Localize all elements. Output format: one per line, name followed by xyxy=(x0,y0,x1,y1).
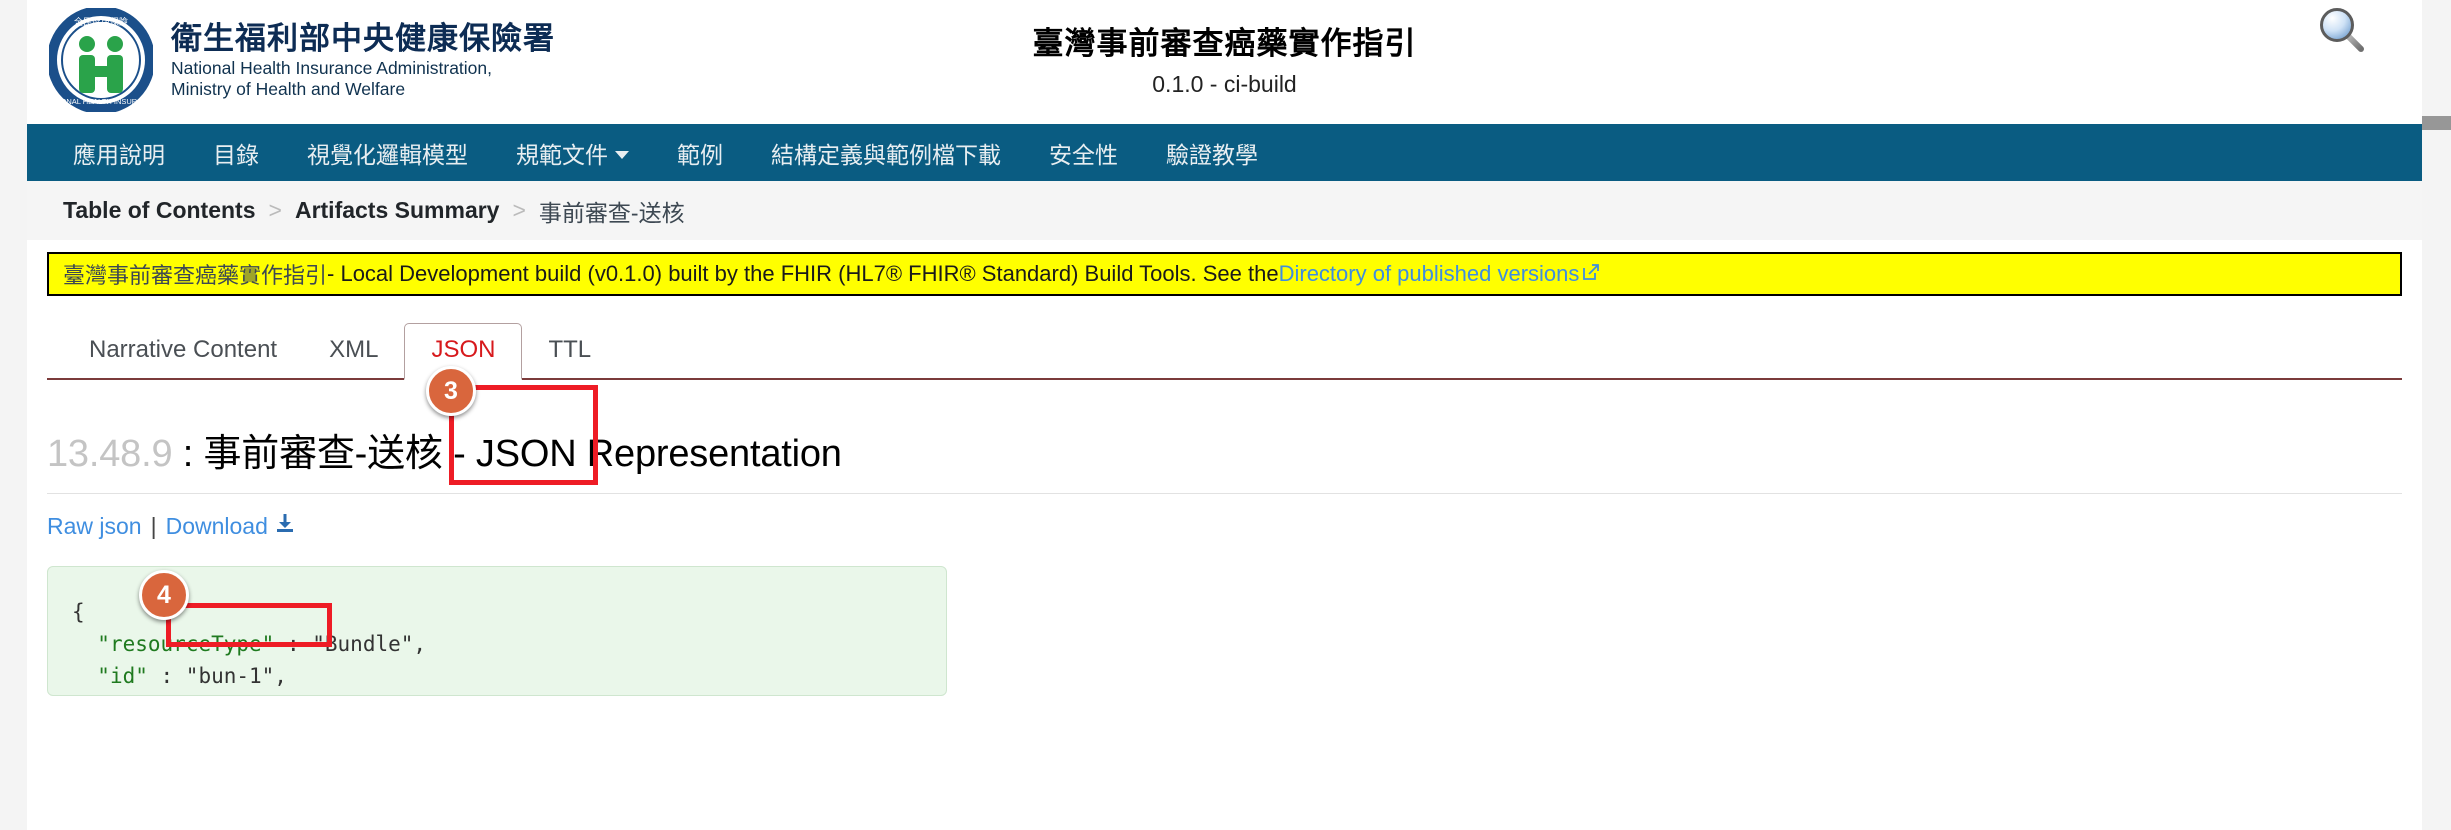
tab-xml[interactable]: XML xyxy=(303,336,404,378)
section-heading: 13.48.9 : 事前審查-送核 - JSON Representation xyxy=(47,422,2402,494)
scrollbar-thumb[interactable] xyxy=(2422,116,2451,130)
breadcrumb-item-current: 事前審查-送核 xyxy=(538,199,685,226)
nav-item-1[interactable]: 目錄 xyxy=(189,124,283,181)
brand-org-zh: 衛生福利部中央健康保險署 xyxy=(171,20,555,56)
nav-item-label: 驗證教學 xyxy=(1166,141,1258,168)
code-line-2-key: "resourceType" xyxy=(97,631,275,656)
nav-item-label: 結構定義與範例檔下載 xyxy=(771,141,1001,168)
breadcrumb-separator: > xyxy=(268,197,282,223)
nav-item-label: 安全性 xyxy=(1049,141,1118,168)
page-frame: 全民健康保險 NATIONAL HEALTH INSURANCE 衛生福利部中央… xyxy=(0,0,2451,830)
external-link-icon xyxy=(1582,261,1600,287)
svg-text:NATIONAL HEALTH INSURANCE: NATIONAL HEALTH INSURANCE xyxy=(49,97,153,106)
format-tabs: Narrative Content XML JSON TTL xyxy=(47,320,2402,380)
nav-item-6[interactable]: 安全性 xyxy=(1025,124,1142,181)
tab-ttl[interactable]: TTL xyxy=(522,336,617,378)
action-separator: | xyxy=(150,512,157,539)
nav-item-label: 應用說明 xyxy=(73,141,165,168)
masthead: 全民健康保險 NATIONAL HEALTH INSURANCE 衛生福利部中央… xyxy=(27,0,2422,124)
section-heading-text: : 事前審查-送核 - JSON Representation xyxy=(172,433,842,475)
nav-item-3[interactable]: 規範文件 xyxy=(492,124,653,181)
tab-label: XML xyxy=(329,336,379,363)
nav-item-5[interactable]: 結構定義與範例檔下載 xyxy=(747,124,1025,181)
tab-label: Narrative Content xyxy=(89,336,278,363)
code-line-3-value: : "bun-1", xyxy=(147,663,287,688)
brand-org-en-line1: National Health Insurance Administration… xyxy=(171,57,493,78)
main-content: 13.48.9 : 事前審查-送核 - JSON Representation … xyxy=(47,422,2402,540)
nav-item-label: 範例 xyxy=(677,141,723,168)
build-banner-wrap: 臺灣事前審查癌藥實作指引 - Local Development build (… xyxy=(27,240,2422,296)
breadcrumb-item-artifacts-summary[interactable]: Artifacts Summary xyxy=(295,197,500,224)
vertical-scrollbar[interactable] xyxy=(2422,0,2451,830)
download-link[interactable]: Download xyxy=(166,513,268,540)
code-line-1: { xyxy=(72,600,85,624)
format-tabs-wrap: Narrative Content XML JSON TTL xyxy=(47,320,2402,380)
breadcrumb-separator: > xyxy=(512,197,526,223)
published-versions-link[interactable]: Directory of published versions xyxy=(1279,261,1580,287)
breadcrumb: Table of Contents > Artifacts Summary > … xyxy=(27,181,2422,240)
svg-text:全民健康保險: 全民健康保險 xyxy=(74,16,128,27)
nav-item-label: 目錄 xyxy=(213,141,259,168)
breadcrumb-item-toc[interactable]: Table of Contents xyxy=(63,197,256,224)
brand-org-en-line2: Ministry of Health and Welfare xyxy=(171,78,406,99)
nhi-seal-logo-icon: 全民健康保險 NATIONAL HEALTH INSURANCE xyxy=(44,6,158,114)
tab-label: JSON xyxy=(431,336,496,363)
brand-text: 衛生福利部中央健康保險署 National Health Insurance A… xyxy=(171,20,555,101)
annotation-badge-4: 4 xyxy=(139,570,189,620)
raw-json-link[interactable]: Raw json xyxy=(47,513,142,540)
tab-label: TTL xyxy=(548,336,592,363)
main-navigation: 應用說明 目錄 視覺化邏輯模型 規範文件 範例 結構定義與範例檔下載 安全性 驗… xyxy=(27,124,2422,181)
banner-text: - Local Development build (v0.1.0) built… xyxy=(327,261,1279,286)
code-line-3-key: "id" xyxy=(97,663,148,688)
tab-narrative-content[interactable]: Narrative Content xyxy=(63,336,303,378)
download-icon[interactable] xyxy=(274,512,296,540)
chevron-down-icon xyxy=(615,150,629,159)
nav-item-label: 規範文件 xyxy=(516,141,608,168)
nav-item-7[interactable]: 驗證教學 xyxy=(1142,124,1282,181)
nav-item-2[interactable]: 視覺化邏輯模型 xyxy=(283,124,492,181)
nav-item-0[interactable]: 應用說明 xyxy=(49,124,189,181)
search-icon[interactable] xyxy=(2315,6,2369,56)
brand-block[interactable]: 全民健康保險 NATIONAL HEALTH INSURANCE 衛生福利部中央… xyxy=(44,6,555,114)
annotation-badge-3: 3 xyxy=(426,366,476,416)
code-line-2-value: : "Bundle", xyxy=(274,631,427,656)
page-canvas: 全民健康保險 NATIONAL HEALTH INSURANCE 衛生福利部中央… xyxy=(27,0,2422,830)
resource-actions: Raw json | Download xyxy=(47,512,2402,540)
build-status-banner: 臺灣事前審查癌藥實作指引 - Local Development build (… xyxy=(47,252,2402,296)
nav-item-label: 視覺化邏輯模型 xyxy=(307,141,468,168)
banner-ig-title: 臺灣事前審查癌藥實作指引 xyxy=(63,263,328,288)
nav-item-4[interactable]: 範例 xyxy=(653,124,747,181)
section-number: 13.48.9 xyxy=(47,433,173,475)
